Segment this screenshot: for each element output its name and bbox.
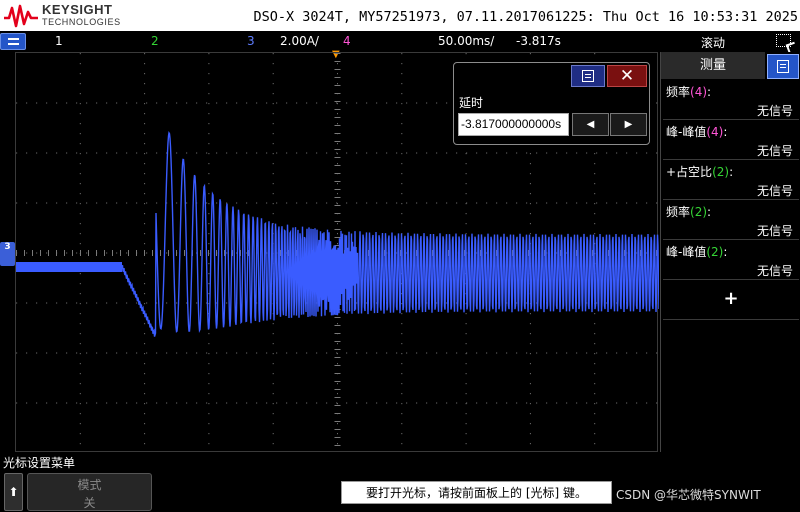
channel-2-label[interactable]: 2	[151, 34, 159, 48]
measurement-item[interactable]: 频率(2): 无信号	[663, 200, 799, 240]
softkey-menu-title: 光标设置菜单	[3, 456, 76, 470]
measurement-channel: (4)	[706, 125, 724, 139]
measurement-channel: (4)	[690, 85, 708, 99]
channel-3-scale: 2.00A/	[280, 34, 319, 48]
softkey-bar: 光标设置菜单 ⬆ 模式 关 要打开光标，请按前面板上的 [光标] 键。 CSDN…	[0, 452, 800, 512]
menu-icon	[582, 70, 594, 82]
timebase-readout: 50.00ms/	[438, 34, 495, 48]
channel-3-ground-marker[interactable]: 3	[0, 242, 15, 266]
delay-popup: ✕ 延时 -3.817000000000s ◀ ▶	[453, 62, 650, 145]
hint-message: 要打开光标，请按前面板上的 [光标] 键。	[341, 481, 612, 504]
measurement-channel: (2)	[690, 205, 708, 219]
watermark-text: CSDN @华芯微特SYNWIT	[616, 488, 761, 502]
measurement-name: 频率	[666, 85, 691, 99]
measurement-value: 无信号	[756, 104, 793, 118]
channel-3-label[interactable]: 3	[247, 34, 255, 48]
measurement-colon: :	[707, 205, 712, 219]
measurement-item[interactable]: +占空比(2): 无信号	[663, 160, 799, 200]
measurement-item[interactable]: 频率(4): 无信号	[663, 80, 799, 120]
cursor-mode-softkey[interactable]: 模式 关	[27, 473, 152, 511]
brand-subtitle: TECHNOLOGIES	[42, 17, 121, 27]
menu-up-button[interactable]: ⬆	[4, 473, 23, 511]
measurement-value: 无信号	[756, 144, 793, 158]
measurement-channel: (2)	[712, 165, 730, 179]
measurement-colon: :	[723, 245, 728, 259]
title-bar: KEYSIGHT TECHNOLOGIES DSO-X 3024T, MY572…	[0, 0, 800, 31]
softkey-label: 模式	[77, 478, 102, 492]
channel-4-label[interactable]: 4	[343, 34, 351, 48]
delay-readout: -3.817s	[516, 34, 561, 48]
popup-menu-button[interactable]	[571, 65, 605, 87]
waveform-flat-segment	[16, 262, 122, 272]
channel-1-label[interactable]: 1	[55, 34, 63, 48]
touch-select-icon[interactable]	[776, 34, 791, 47]
delay-label: 延时	[459, 96, 484, 110]
measurement-value: 无信号	[756, 224, 793, 238]
popup-close-button[interactable]: ✕	[607, 65, 647, 87]
measurement-name: 频率	[666, 205, 691, 219]
menu-icon	[777, 60, 789, 73]
measurement-panel: 测量 频率(4): 无信号 峰-峰值(4): 无信号 +占空比(2): 无信号 …	[660, 52, 800, 452]
brand-name: KEYSIGHT	[42, 2, 113, 17]
measurement-value: 无信号	[756, 184, 793, 198]
measurement-name: +占空比	[666, 165, 713, 179]
keysight-logo-icon	[4, 4, 38, 28]
measurement-title: 测量	[661, 52, 765, 79]
measurement-menu-button[interactable]	[767, 54, 799, 79]
softkey-value: 关	[83, 496, 96, 510]
delay-increase-button[interactable]: ▶	[610, 113, 647, 136]
measurement-colon: :	[723, 125, 728, 139]
main-menu-icon[interactable]	[0, 33, 26, 50]
add-measurement-button[interactable]: +	[663, 280, 799, 320]
run-mode-status: 滚动	[701, 36, 726, 50]
delay-value-field[interactable]: -3.817000000000s	[458, 113, 569, 136]
measurement-item[interactable]: 峰-峰值(2): 无信号	[663, 240, 799, 280]
channel-status-bar: 1 2 3 2.00A/ 4 50.00ms/ -3.817s 滚动	[0, 31, 800, 52]
measurement-item[interactable]: 峰-峰值(4): 无信号	[663, 120, 799, 160]
measurement-channel: (2)	[706, 245, 724, 259]
instrument-info: DSO-X 3024T, MY57251973, 07.11.201706122…	[253, 9, 798, 25]
measurement-colon: :	[707, 85, 712, 99]
delay-decrease-button[interactable]: ◀	[572, 113, 609, 136]
measurement-value: 无信号	[756, 264, 793, 278]
measurement-name: 峰-峰值	[666, 125, 707, 139]
measurement-name: 峰-峰值	[666, 245, 707, 259]
measurement-colon: :	[729, 165, 734, 179]
waveform-trace	[16, 130, 659, 337]
